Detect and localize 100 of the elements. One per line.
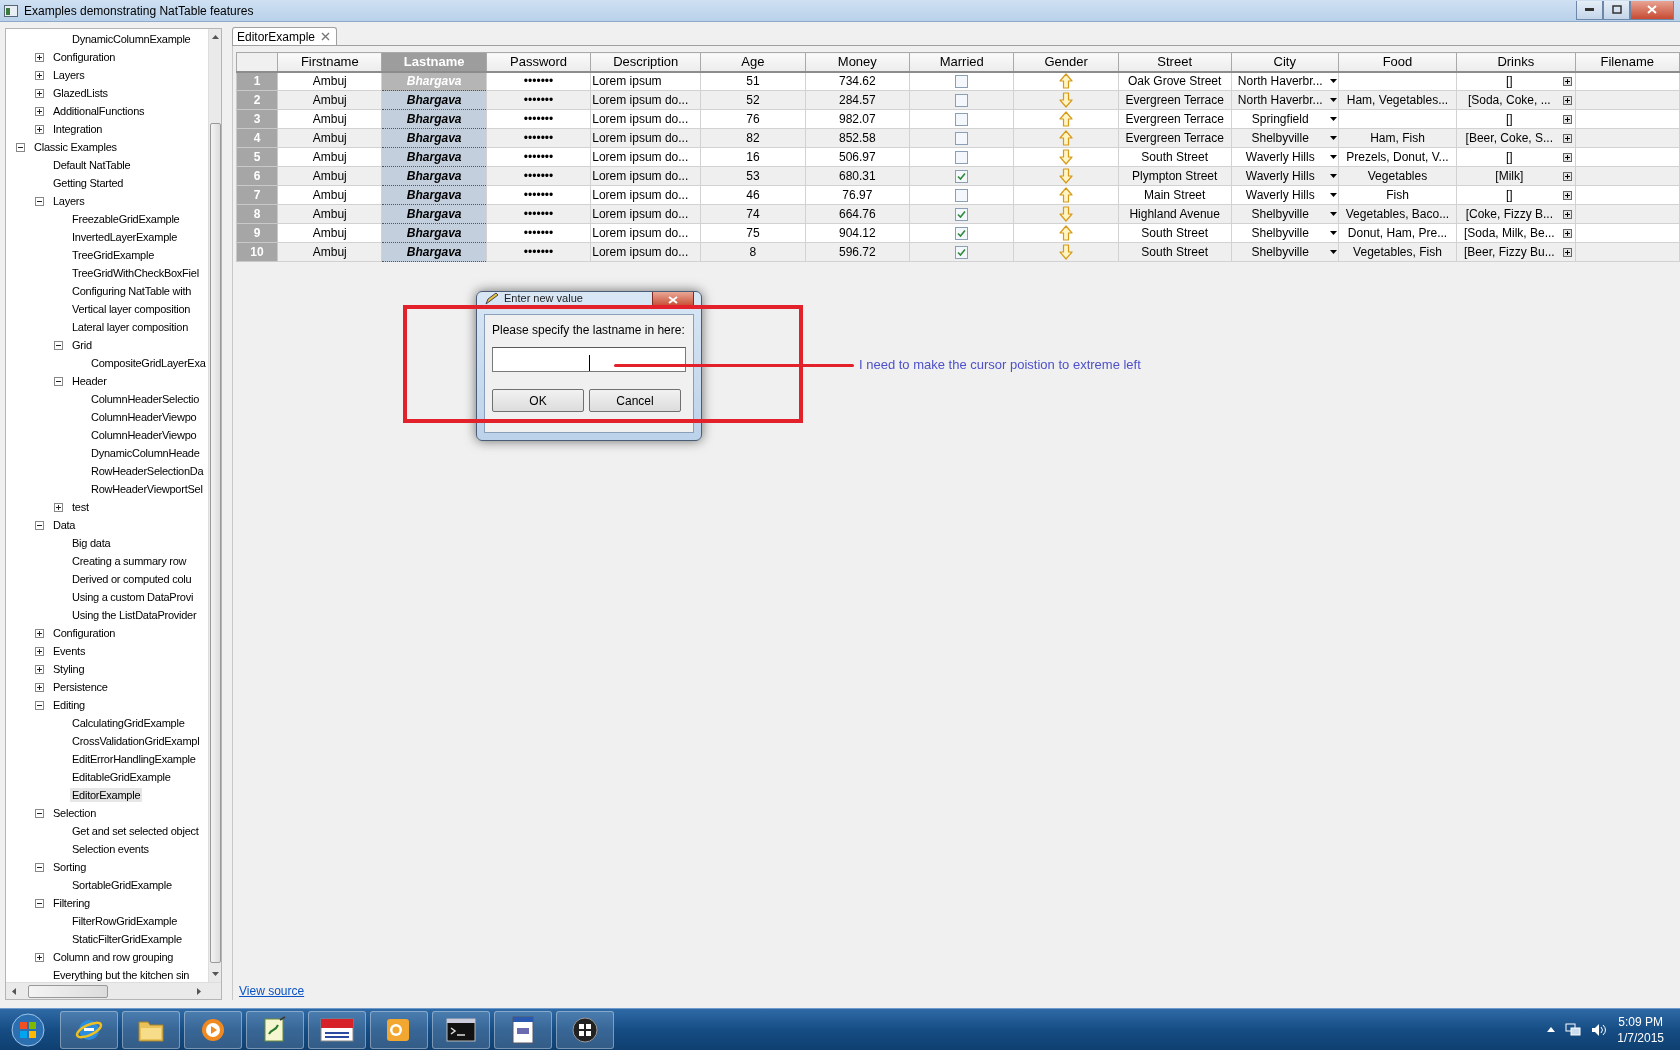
plus-icon[interactable] [1562, 114, 1572, 124]
checkbox[interactable] [955, 112, 969, 126]
tree-item[interactable]: DynamicColumnHeade [89, 446, 202, 460]
tree-item[interactable]: test [70, 500, 91, 514]
tree-item[interactable]: Persistence [51, 680, 110, 694]
tree-item[interactable]: Classic Examples [32, 140, 119, 154]
tree-item[interactable]: Events [51, 644, 88, 658]
tree-item[interactable]: EditableGridExample [70, 770, 173, 784]
tree-item[interactable]: Selection [51, 806, 98, 820]
tree-item[interactable]: TreeGridExample [70, 248, 157, 262]
taskbar-button[interactable] [556, 1010, 614, 1049]
tree-item[interactable]: Lateral layer composition [70, 320, 191, 334]
tree-item[interactable]: Layers [51, 68, 87, 82]
tree-item[interactable]: GlazedLists [51, 86, 110, 100]
tree-item[interactable]: Configuration [51, 50, 118, 64]
close-button[interactable] [1630, 0, 1674, 20]
network-icon[interactable] [1565, 1022, 1582, 1037]
tree-item[interactable]: Layers [51, 194, 87, 208]
expand-icon[interactable] [35, 124, 44, 134]
scroll-up-icon[interactable] [211, 35, 219, 39]
collapse-icon[interactable] [54, 340, 63, 350]
expand-icon[interactable] [35, 628, 44, 638]
expand-icon[interactable] [35, 52, 44, 62]
dropdown-caret-icon[interactable] [1329, 212, 1337, 216]
tree-item[interactable]: Using the ListDataProvider [70, 608, 199, 622]
maximize-button[interactable] [1603, 0, 1630, 20]
tree-item[interactable]: TreeGridWithCheckBoxFiel [70, 266, 201, 280]
tree-item[interactable]: Using a custom DataProvi [70, 590, 196, 604]
dropdown-caret-icon[interactable] [1329, 79, 1337, 84]
tree-item[interactable]: Editing [51, 698, 87, 712]
tree-item[interactable]: FilterRowGridExample [70, 914, 180, 928]
collapse-icon[interactable] [16, 142, 25, 152]
tree-item[interactable]: Derived or computed colu [70, 572, 194, 586]
collapse-icon[interactable] [35, 700, 44, 710]
expand-icon[interactable] [35, 106, 44, 116]
tree-item[interactable]: DynamicColumnExample [70, 32, 193, 46]
expand-icon[interactable] [35, 682, 44, 692]
dropdown-caret-icon[interactable] [1329, 231, 1337, 235]
checkbox[interactable] [955, 245, 969, 259]
expand-icon[interactable] [35, 646, 44, 656]
dropdown-caret-icon[interactable] [1329, 155, 1337, 159]
vertical-scrollbar[interactable] [208, 29, 221, 982]
tree-item[interactable]: Grid [70, 338, 94, 352]
tree-item[interactable]: Getting Started [51, 176, 126, 190]
tree-item[interactable]: AdditionalFunctions [51, 104, 147, 118]
tree-item[interactable]: Filtering [51, 896, 92, 910]
column-header[interactable]: Married [909, 52, 1014, 72]
plus-icon[interactable] [1562, 152, 1572, 162]
taskbar-button[interactable] [494, 1010, 552, 1049]
column-header[interactable]: Gender [1013, 52, 1119, 72]
view-source-link[interactable]: View source [239, 984, 305, 998]
collapse-icon[interactable] [35, 808, 44, 818]
collapse-icon[interactable] [35, 520, 44, 530]
tree-item[interactable]: Vertical layer composition [70, 302, 193, 316]
dropdown-caret-icon[interactable] [1329, 174, 1337, 178]
tree-item[interactable]: ColumnHeaderViewpo [89, 428, 199, 442]
checkbox[interactable] [955, 150, 969, 164]
tree-item[interactable]: EditorExample [70, 788, 143, 802]
tray-expand-icon[interactable] [1547, 1027, 1556, 1032]
tree-item[interactable]: RowHeaderSelectionDa [89, 464, 206, 478]
collapse-icon[interactable] [54, 376, 63, 386]
column-header[interactable]: City [1231, 52, 1339, 72]
collapse-icon[interactable] [35, 196, 44, 206]
checkbox[interactable] [955, 169, 969, 183]
column-header[interactable]: Food [1338, 52, 1457, 72]
close-icon[interactable] [321, 32, 331, 41]
tree-item[interactable]: Everything but the kitchen sin [51, 968, 192, 982]
collapse-icon[interactable] [35, 898, 44, 908]
tree-item[interactable]: ColumnHeaderViewpo [89, 410, 199, 424]
column-header[interactable]: Age [700, 52, 806, 72]
tree-item[interactable]: ColumnHeaderSelectio [89, 392, 202, 406]
column-header[interactable]: Description [590, 52, 701, 72]
dropdown-caret-icon[interactable] [1329, 193, 1337, 197]
collapse-icon[interactable] [35, 862, 44, 872]
checkbox[interactable] [955, 188, 969, 202]
tree-item[interactable]: Integration [51, 122, 105, 136]
checkbox[interactable] [955, 131, 969, 145]
minimize-button[interactable] [1576, 0, 1603, 20]
editor-tab[interactable]: EditorExample [232, 27, 338, 45]
tree-item[interactable]: Data [51, 518, 78, 532]
column-header[interactable]: Password [486, 52, 591, 72]
column-header[interactable]: Street [1118, 52, 1231, 72]
taskbar-button[interactable] [432, 1010, 490, 1049]
dialog-button[interactable]: OK [492, 389, 584, 412]
tree-item[interactable]: SortableGridExample [70, 878, 174, 892]
taskbar-button[interactable] [184, 1010, 242, 1049]
expand-icon[interactable] [54, 502, 63, 512]
dropdown-caret-icon[interactable] [1329, 117, 1337, 121]
dialog-button[interactable]: Cancel [589, 389, 681, 412]
scroll-right-icon[interactable] [197, 987, 201, 995]
tree-item[interactable]: RowHeaderViewportSel [89, 482, 205, 496]
checkbox[interactable] [955, 226, 969, 240]
tree-item[interactable]: Styling [51, 662, 87, 676]
expand-icon[interactable] [35, 70, 44, 80]
dropdown-caret-icon[interactable] [1329, 98, 1337, 102]
plus-icon[interactable] [1562, 76, 1572, 86]
checkbox[interactable] [955, 93, 969, 107]
checkbox[interactable] [955, 207, 969, 221]
horizontal-scrollbar[interactable] [6, 982, 221, 999]
tree-item[interactable]: Header [70, 374, 109, 388]
